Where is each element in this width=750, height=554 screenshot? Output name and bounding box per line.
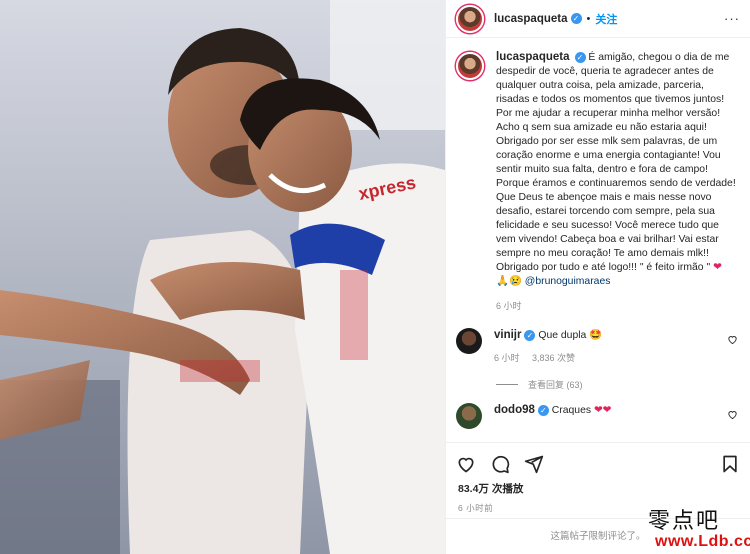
speech-bubble-icon[interactable] <box>490 454 510 474</box>
caption-body: É amigão, chegou o dia de me despedir de… <box>496 52 736 273</box>
comment-time[interactable]: 6 小时 <box>494 353 520 363</box>
comment-username[interactable]: vinijr <box>494 329 521 341</box>
mention-link[interactable]: @brunoguimaraes <box>525 276 611 287</box>
follow-button[interactable]: 关注 <box>595 11 617 27</box>
comment-item: vinijr ✓ Que dupla 🤩 6 小时 3,836 次赞 <box>456 328 740 364</box>
action-bar <box>446 443 750 477</box>
watermark-url: www.Ldb.cc <box>655 533 750 550</box>
post-media-photo[interactable]: xpress <box>0 0 445 554</box>
comment-text-container: dodo98 ✓ Craques ❤❤ <box>494 403 719 418</box>
comment-emoji: 🤩 <box>589 330 603 341</box>
header-separator: • <box>586 12 591 25</box>
comment-likes[interactable]: 3,836 次赞 <box>532 353 575 363</box>
commenter-avatar[interactable] <box>456 403 482 429</box>
caption-username[interactable]: lucaspaqueta <box>496 51 570 63</box>
photo-illustration: xpress <box>0 0 445 554</box>
caption-emojis: 🙏😢 <box>496 276 522 287</box>
post-side-panel: lucaspaqueta ✓ • 关注 ··· lucaspaqueta ✓ É … <box>445 0 750 554</box>
comment-like-heart-icon[interactable] <box>727 409 738 420</box>
bookmark-icon[interactable] <box>720 454 740 474</box>
author-avatar[interactable] <box>456 4 484 33</box>
comment-item: dodo98 ✓ Craques ❤❤ <box>456 403 740 429</box>
post-header: lucaspaqueta ✓ • 关注 ··· <box>446 0 750 38</box>
caption-block: lucaspaqueta ✓ É amigão, chegou o dia de … <box>456 50 740 289</box>
commenter-avatar[interactable] <box>456 328 482 354</box>
comment-body: Que dupla <box>538 330 587 341</box>
verified-badge-icon: ✓ <box>524 329 536 341</box>
comment-text-container: vinijr ✓ Que dupla 🤩 <box>494 328 719 343</box>
caption-timestamp[interactable]: 6 小时 <box>496 299 740 312</box>
verified-badge-icon: ✓ <box>537 404 549 416</box>
comment-meta: 6 小时 3,836 次赞 <box>494 351 719 364</box>
author-username[interactable]: lucaspaqueta <box>494 13 568 25</box>
view-replies-button[interactable]: 查看回复 (63) <box>496 378 740 391</box>
more-options-icon[interactable]: ··· <box>724 11 740 26</box>
verified-badge-icon: ✓ <box>570 13 582 24</box>
caption-text-container: lucaspaqueta ✓ É amigão, chegou o dia de … <box>496 50 736 289</box>
comments-scroll-area[interactable]: lucaspaqueta ✓ É amigão, chegou o dia de … <box>446 38 750 442</box>
heart-outline-icon[interactable] <box>456 454 476 474</box>
caption-heart-emoji: ❤ <box>713 262 722 273</box>
verified-badge-icon: ✓ <box>574 51 586 63</box>
watermark-logo-text: 零点吧 <box>648 509 721 534</box>
caption-author-avatar[interactable] <box>456 52 484 80</box>
paper-plane-icon[interactable] <box>524 454 544 474</box>
comment-emoji: ❤❤ <box>593 405 612 416</box>
view-count[interactable]: 83.4万 次播放 <box>446 477 750 496</box>
comment-like-heart-icon[interactable] <box>727 334 738 345</box>
comment-username[interactable]: dodo98 <box>494 404 535 416</box>
comment-body: Craques <box>551 405 592 416</box>
